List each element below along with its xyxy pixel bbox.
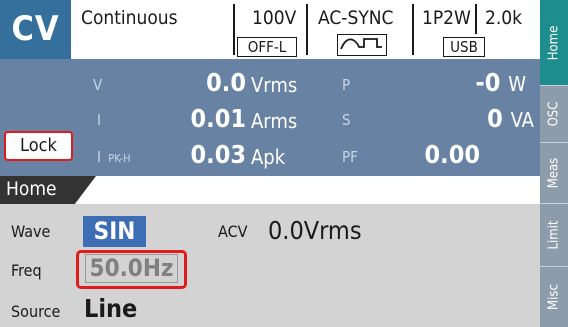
divider — [412, 4, 414, 55]
wave-label: Wave — [11, 222, 51, 241]
output-mode-label: Continuous — [81, 7, 178, 29]
side-tab-bar: Home OSC Meas Limit Misc — [540, 0, 568, 327]
usb-badge: USB — [443, 37, 485, 57]
ac-sync-waveform-icon — [337, 34, 387, 56]
power-value: -0 — [475, 68, 501, 97]
peak-current-value: 0.03 — [190, 140, 247, 169]
tab-home[interactable]: Home — [540, 0, 568, 85]
voltage-value: 0.0 — [206, 68, 246, 97]
divider — [233, 4, 235, 55]
status-bar: CV Continuous 100V OFF-L AC-SYNC 1P2W US… — [0, 0, 540, 59]
power-label: P — [342, 76, 351, 94]
freq-setting[interactable]: 50.0Hz — [85, 254, 178, 283]
apparent-power-value: 0 — [487, 104, 503, 133]
current-label: I — [97, 111, 101, 129]
measurement-panel: V 0.0 Vrms P -0 W I 0.01 Arms S 0 VA I P… — [0, 59, 540, 176]
lock-indicator[interactable]: Lock — [4, 131, 73, 161]
mode-indicator: CV — [0, 0, 71, 59]
voltage-unit: Vrms — [251, 73, 298, 97]
divider — [306, 4, 308, 55]
source-setting[interactable]: Line — [84, 294, 137, 323]
source-label: Source — [11, 302, 61, 321]
power-factor-label: PF — [342, 148, 358, 166]
output-state-badge: OFF-L — [237, 37, 297, 57]
power-factor-value: 0.00 — [424, 140, 481, 169]
voltage-label: V — [93, 76, 103, 94]
apparent-power-unit: VA — [510, 108, 534, 132]
acv-setting[interactable]: 0.0Vrms — [268, 216, 362, 245]
peak-current-label: I PK-H — [97, 148, 131, 166]
divider — [475, 4, 477, 34]
wiring-label: 1P2W — [422, 7, 471, 29]
peak-current-sublabel: PK-H — [108, 152, 131, 165]
tab-misc[interactable]: Misc — [540, 267, 568, 327]
acv-label: ACV — [218, 222, 248, 241]
page-title: Home — [6, 178, 57, 200]
current-value: 0.01 — [190, 104, 247, 133]
signal-source-label: AC-SYNC — [318, 7, 394, 29]
range-label: 100V — [252, 7, 297, 29]
settings-panel: Wave SIN ACV 0.0Vrms Freq 50.0Hz Source … — [0, 204, 540, 327]
power-readout: -0 W — [420, 68, 526, 97]
power-unit: W — [508, 72, 526, 96]
apparent-power-label: S — [342, 111, 351, 129]
peak-current-unit: Apk — [251, 145, 286, 169]
capacity-label: 2.0k — [485, 7, 523, 29]
wave-setting[interactable]: SIN — [83, 216, 146, 247]
home-header: Home — [0, 176, 540, 204]
tab-meas[interactable]: Meas — [540, 143, 568, 203]
tab-limit[interactable]: Limit — [540, 204, 568, 266]
current-unit: Arms — [251, 109, 298, 133]
apparent-power-readout: 0 VA — [420, 104, 534, 133]
freq-label: Freq — [11, 261, 42, 280]
tab-osc[interactable]: OSC — [540, 86, 568, 142]
